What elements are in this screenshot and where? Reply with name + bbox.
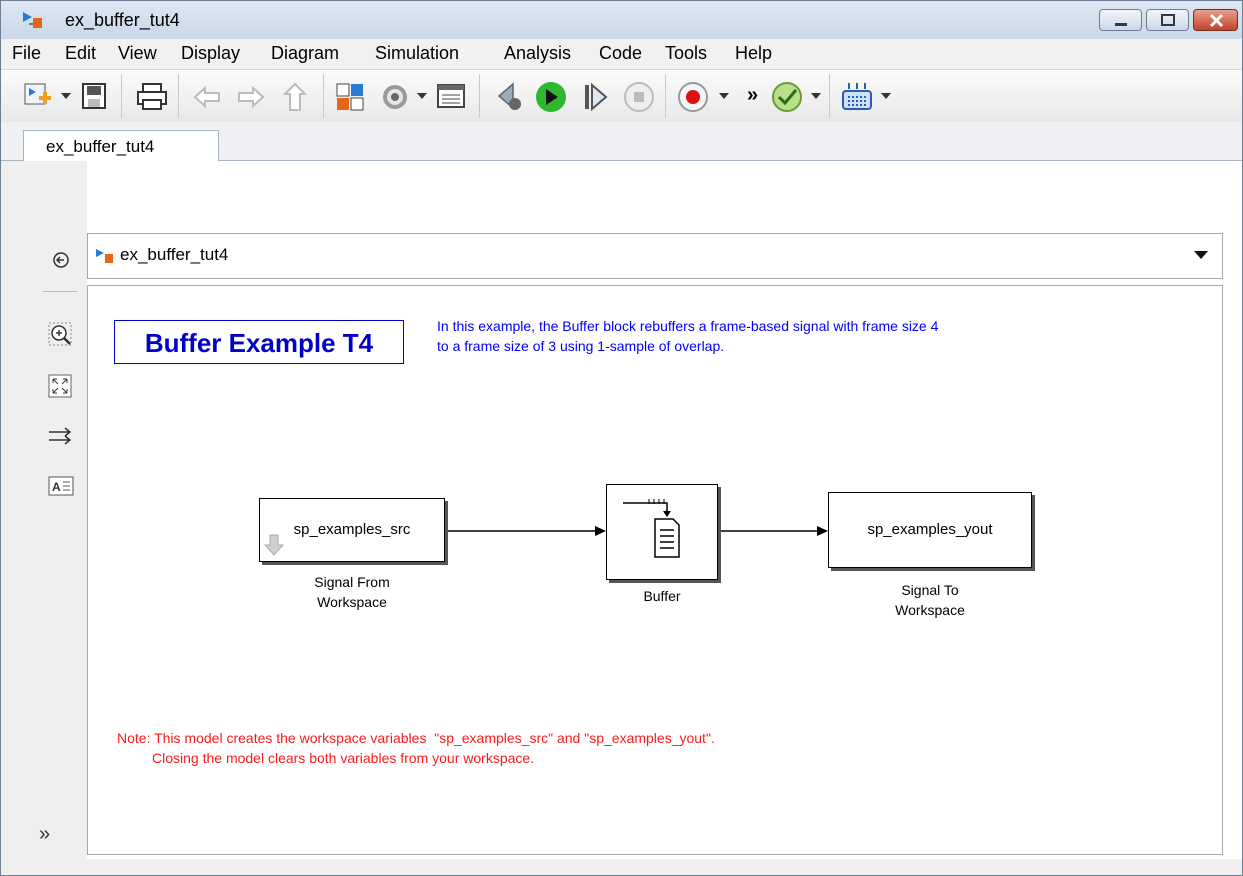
up-icon xyxy=(282,82,308,111)
run-button[interactable] xyxy=(533,80,569,114)
sink-variable: sp_examples_yout xyxy=(867,521,993,538)
title-bar: ex_buffer_tut4 xyxy=(1,1,1242,39)
simulink-model-icon xyxy=(23,12,42,28)
new-model-icon xyxy=(24,83,51,105)
fit-to-view-icon[interactable] xyxy=(43,371,79,401)
close-button[interactable] xyxy=(1193,9,1238,31)
model-explorer-icon xyxy=(437,84,465,108)
chevron-down-icon[interactable] xyxy=(59,86,73,106)
simulink-model-icon xyxy=(96,249,113,263)
annotation-icon[interactable]: A xyxy=(43,471,79,501)
stop-button[interactable] xyxy=(621,80,657,114)
print-icon xyxy=(137,83,167,110)
toolbar: » xyxy=(1,69,1242,123)
chevron-down-icon[interactable] xyxy=(1192,248,1210,262)
model-canvas[interactable]: Buffer Example T4 In this example, the B… xyxy=(87,285,1223,855)
source-variable: sp_examples_src xyxy=(293,521,411,538)
save-button[interactable] xyxy=(77,80,113,114)
menu-file[interactable]: File xyxy=(12,43,41,64)
app-window: ex_buffer_tut4 File Edit View Display Di… xyxy=(0,0,1243,876)
menu-code[interactable]: Code xyxy=(599,43,642,64)
maximize-icon xyxy=(1161,14,1175,26)
print-button[interactable] xyxy=(134,80,170,114)
minimize-button[interactable] xyxy=(1099,9,1142,31)
menu-bar: File Edit View Display Diagram Simulatio… xyxy=(1,39,1242,69)
address-path: ex_buffer_tut4 xyxy=(120,245,229,264)
chevron-down-icon[interactable] xyxy=(717,86,731,106)
minimize-icon xyxy=(1115,23,1127,26)
menu-display[interactable]: Display xyxy=(181,43,240,64)
check-button[interactable] xyxy=(769,80,805,114)
menu-analysis[interactable]: Analysis xyxy=(504,43,571,64)
menu-help[interactable]: Help xyxy=(735,43,772,64)
gear-icon xyxy=(383,85,407,109)
toolbar-overflow[interactable]: » xyxy=(747,84,758,107)
tab-model[interactable]: ex_buffer_tut4 xyxy=(23,130,219,161)
hide-browser-icon[interactable] xyxy=(43,245,79,275)
buffer-icon xyxy=(623,499,680,558)
note-annotation: Note: This model creates the workspace v… xyxy=(117,730,715,766)
build-icon xyxy=(842,83,872,110)
svg-text:A: A xyxy=(52,480,61,494)
expand-palette-button[interactable]: » xyxy=(39,823,50,846)
sink-block-label: Signal To Workspace xyxy=(895,582,965,618)
forward-icon xyxy=(238,85,265,109)
save-icon xyxy=(82,83,106,109)
forward-button[interactable] xyxy=(233,80,269,114)
build-button[interactable] xyxy=(839,80,875,114)
tab-label: ex_buffer_tut4 xyxy=(46,137,155,156)
maximize-button[interactable] xyxy=(1146,9,1189,31)
step-back-icon xyxy=(497,82,521,110)
tab-strip: ex_buffer_tut4 xyxy=(1,122,1242,161)
status-bar xyxy=(1,859,1242,875)
signal-to-workspace-block[interactable]: sp_examples_yout xyxy=(828,492,1032,568)
buffer-block-label: Buffer xyxy=(643,588,681,604)
menu-tools[interactable]: Tools xyxy=(665,43,707,64)
step-back-button[interactable] xyxy=(489,80,525,114)
buffer-block[interactable] xyxy=(606,484,718,580)
library-browser-icon xyxy=(336,83,364,111)
model-explorer-button[interactable] xyxy=(433,80,469,114)
stop-icon xyxy=(624,82,654,112)
chevron-down-icon[interactable] xyxy=(415,86,429,106)
close-icon xyxy=(1209,13,1224,28)
chevron-down-icon[interactable] xyxy=(879,86,893,106)
address-bar[interactable]: ex_buffer_tut4 xyxy=(87,233,1223,279)
menu-edit[interactable]: Edit xyxy=(65,43,96,64)
run-icon xyxy=(536,82,566,112)
chevron-down-icon[interactable] xyxy=(809,86,823,106)
zoom-in-icon[interactable] xyxy=(43,319,79,349)
source-block-label: Signal From Workspace xyxy=(314,574,390,610)
step-forward-button[interactable] xyxy=(577,80,613,114)
back-button[interactable] xyxy=(189,80,225,114)
window-title: ex_buffer_tut4 xyxy=(65,10,180,30)
library-browser-button[interactable] xyxy=(333,80,369,114)
check-icon xyxy=(772,82,802,112)
step-forward-icon xyxy=(585,82,608,112)
record-icon xyxy=(678,82,708,112)
menu-view[interactable]: View xyxy=(118,43,157,64)
up-button[interactable] xyxy=(277,80,313,114)
down-arrow-icon xyxy=(264,534,284,556)
new-model-button[interactable] xyxy=(19,80,55,114)
record-button[interactable] xyxy=(675,80,711,114)
menu-simulation[interactable]: Simulation xyxy=(375,43,459,64)
signal-from-workspace-block[interactable]: sp_examples_src xyxy=(259,498,445,562)
model-config-button[interactable] xyxy=(377,80,413,114)
arrange-icon[interactable] xyxy=(43,421,79,451)
menu-diagram[interactable]: Diagram xyxy=(271,43,339,64)
back-icon xyxy=(193,85,220,109)
palette-bar: A » xyxy=(1,161,87,875)
